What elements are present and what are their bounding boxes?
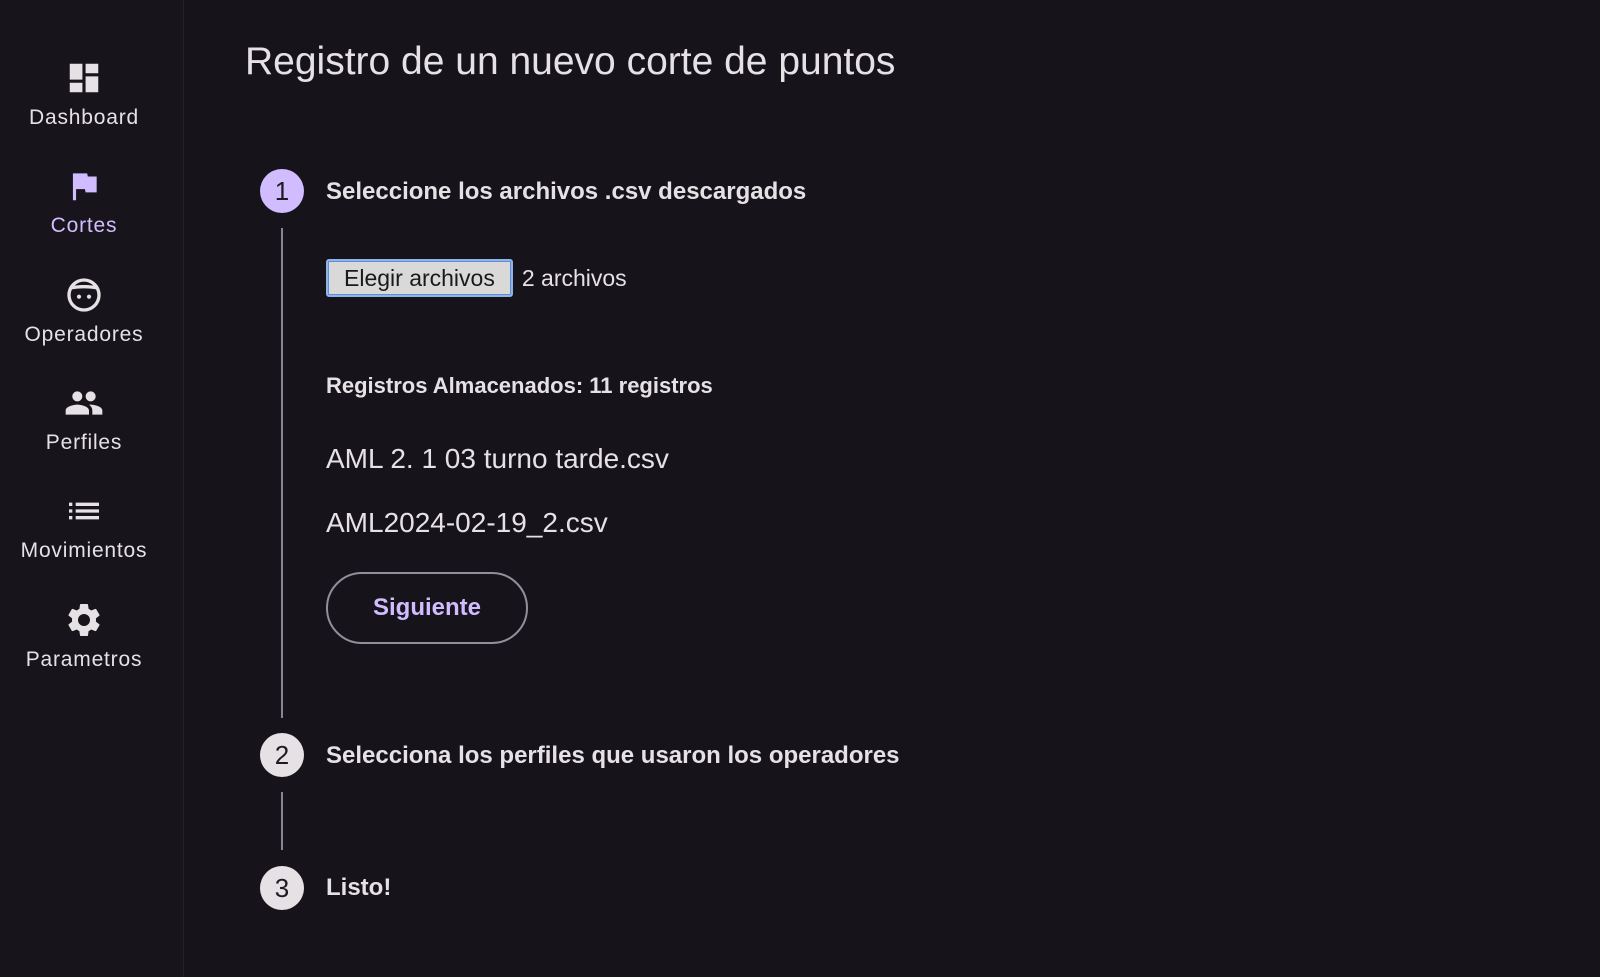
sidebar-item-label: Operadores	[24, 323, 144, 346]
records-stored-label: Registros Almacenados: 11 registros	[326, 373, 713, 398]
choose-files-button[interactable]: Elegir archivos	[326, 259, 513, 297]
step-number: 2	[274, 739, 290, 770]
face-icon	[64, 275, 104, 315]
sidebar-item-perfiles[interactable]: Perfiles	[0, 383, 168, 483]
gear-icon	[64, 600, 104, 640]
file-list-item: AML 2. 1 03 turno tarde.csv	[326, 443, 669, 474]
step-1-indicator: 1	[260, 169, 304, 213]
sidebar-item-cortes[interactable]: Cortes	[0, 166, 168, 266]
step-number: 1	[274, 175, 290, 206]
sidebar-item-label: Movimientos	[20, 539, 148, 562]
step-2-indicator[interactable]: 2	[260, 733, 304, 777]
page-title: Registro de un nuevo corte de puntos	[245, 40, 896, 83]
next-button[interactable]: Siguiente	[326, 572, 528, 644]
file-list-item: AML2024-02-19_2.csv	[326, 507, 608, 538]
sidebar-item-label: Parametros	[25, 648, 143, 671]
main-content: Registro de un nuevo corte de puntos 1 S…	[184, 0, 1600, 977]
sidebar: Dashboard Cortes Operadores Perfiles Mov…	[0, 0, 184, 977]
sidebar-item-label: Perfiles	[45, 431, 123, 454]
step-number: 3	[274, 872, 290, 903]
sidebar-item-label: Dashboard	[29, 106, 139, 129]
step-2-title: Selecciona los perfiles que usaron los o…	[326, 742, 900, 769]
file-input: Elegir archivos 2 archivos	[326, 258, 627, 298]
step-1-title: Seleccione los archivos .csv descargados	[326, 178, 807, 205]
sidebar-item-parametros[interactable]: Parametros	[0, 600, 168, 700]
choose-files-label: Elegir archivos	[342, 264, 497, 292]
sidebar-item-operadores[interactable]: Operadores	[0, 275, 168, 375]
selected-files-count: 2 archivos	[521, 264, 627, 291]
dashboard-icon	[64, 58, 104, 98]
sidebar-item-dashboard[interactable]: Dashboard	[0, 58, 168, 158]
step-connector	[281, 792, 283, 850]
step-3-title: Listo!	[326, 874, 392, 901]
people-icon	[64, 383, 104, 423]
step-3-indicator[interactable]: 3	[260, 866, 304, 910]
flag-icon	[64, 166, 104, 206]
sidebar-item-movimientos[interactable]: Movimientos	[0, 491, 168, 591]
step-connector	[281, 228, 283, 718]
sidebar-item-label: Cortes	[50, 214, 118, 237]
list-icon	[64, 491, 104, 531]
